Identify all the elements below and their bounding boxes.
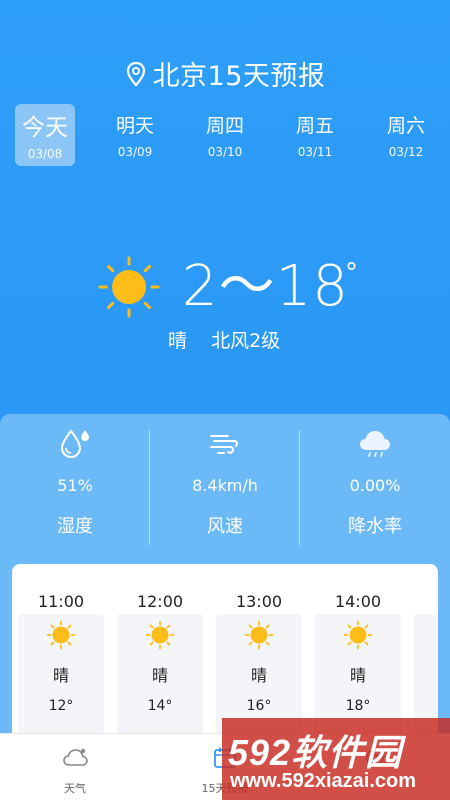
rain-cloud-icon — [360, 431, 390, 457]
hour-temp: 12° — [48, 698, 74, 714]
hour-time: 11:00 — [37, 592, 85, 611]
wind-text: 北风2级 — [211, 330, 281, 352]
day-date: 03/12 — [388, 145, 424, 159]
hour-time: 14:00 — [334, 592, 382, 611]
hour-condition: 晴 — [250, 666, 267, 685]
hour-temp: 16° — [246, 698, 272, 714]
condition-line: 晴 北风2级 — [168, 326, 280, 353]
hour-time: 12:00 — [136, 592, 184, 611]
sun-icon — [98, 256, 160, 318]
stat-value: 0.00% — [349, 476, 401, 495]
stat-humidity: 51% 湿度 — [0, 414, 150, 564]
stat-wind-speed: 8.4km/h 风速 — [150, 414, 300, 564]
stat-label: 降水率 — [348, 516, 402, 537]
degree-symbol: ° — [345, 258, 358, 288]
hour-condition: 晴 — [52, 666, 69, 685]
day-tab-tomorrow[interactable]: 明天 03/09 — [105, 104, 165, 166]
sun-icon — [244, 620, 274, 650]
current-weather: 2～18 ° 晴 北风2级 — [0, 250, 450, 360]
stat-label: 湿度 — [57, 516, 93, 537]
day-name: 今天 — [22, 115, 68, 141]
page-title: 北京15天预报 — [0, 54, 450, 93]
day-tab-today[interactable]: 今天 03/08 — [15, 104, 75, 166]
temperature-range: 2～18 — [182, 254, 349, 319]
tab-label: 天气 — [64, 782, 86, 795]
stat-value: 51% — [57, 476, 93, 495]
cloud-icon — [63, 748, 88, 766]
stat-label: 风速 — [207, 516, 243, 537]
hour-time: 13:00 — [235, 592, 283, 611]
condition-text: 晴 — [168, 330, 188, 352]
day-date: 03/08 — [27, 147, 63, 161]
day-date: 03/10 — [207, 145, 243, 159]
day-name: 周五 — [295, 115, 334, 137]
hour-temp: 14° — [147, 698, 173, 714]
page-title-text: 北京15天预报 — [152, 61, 326, 92]
day-tab-saturday[interactable]: 周六 03/12 — [376, 104, 436, 166]
sun-icon — [46, 620, 76, 650]
day-date: 03/11 — [297, 145, 333, 159]
day-name: 周六 — [386, 115, 425, 137]
stats-row: 51% 湿度 8.4km/h 风速 0.00% 降水率 — [0, 414, 450, 564]
wind-speed-icon — [210, 435, 239, 454]
day-selector: 今天 03/08 明天 03/09 周四 03/10 周五 03/11 周六 0… — [0, 104, 450, 166]
stat-precipitation: 0.00% 降水率 — [300, 414, 450, 564]
sun-icon — [145, 620, 175, 650]
location-pin-icon — [126, 61, 145, 87]
hour-temp: 18° — [345, 698, 371, 714]
watermark-line1: 592软件园 — [228, 732, 403, 773]
hour-condition: 晴 — [349, 666, 366, 685]
humidity-icon — [60, 429, 89, 459]
watermark-line2: www.592xiazai.com — [230, 770, 417, 792]
day-name: 周四 — [205, 115, 244, 137]
watermark-logo: 592软件园 www.592xiazai.com — [222, 718, 450, 800]
stat-value: 8.4km/h — [192, 476, 258, 495]
hour-condition: 晴 — [151, 666, 168, 685]
day-tab-friday[interactable]: 周五 03/11 — [285, 104, 345, 166]
day-name: 明天 — [115, 115, 154, 137]
day-tab-thursday[interactable]: 周四 03/10 — [195, 104, 255, 166]
tab-weather[interactable]: 天气 — [0, 734, 150, 800]
sun-icon — [343, 620, 373, 650]
day-date: 03/09 — [117, 145, 153, 159]
